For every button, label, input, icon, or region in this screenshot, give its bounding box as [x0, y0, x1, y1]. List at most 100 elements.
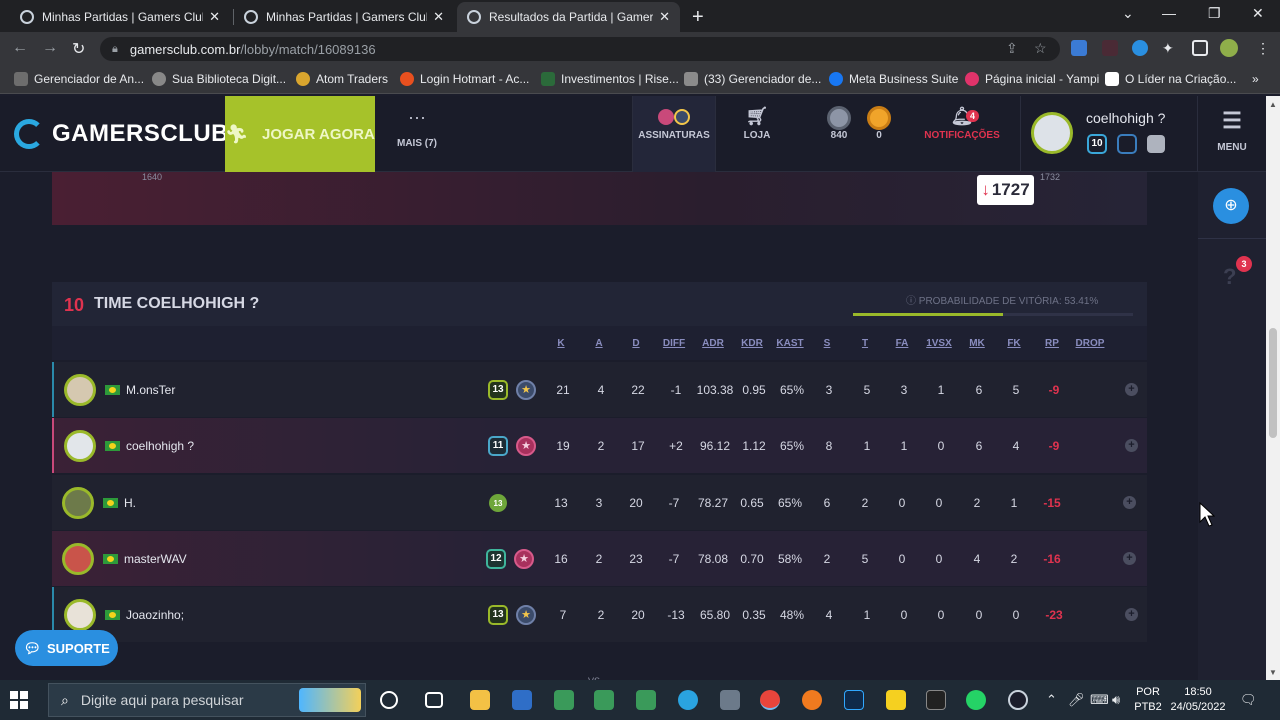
- support-button[interactable]: 💬︎ SUPORTE: [15, 630, 118, 666]
- page-scrollbar[interactable]: ▲ ▼: [1266, 96, 1280, 680]
- shop-link[interactable]: 🛒︎ LOJA: [740, 106, 774, 141]
- close-tab-icon[interactable]: ✕: [433, 9, 444, 25]
- player-name[interactable]: Joaozinho;: [126, 608, 184, 622]
- volume-icon[interactable]: 🔊︎: [1112, 692, 1120, 708]
- sticky-notes-icon[interactable]: [886, 690, 906, 710]
- column-header-fk[interactable]: FK: [996, 338, 1032, 349]
- notifications-link[interactable]: 🔔︎ NOTIFICAÇÕES: [924, 106, 1000, 141]
- gold-coins[interactable]: 0: [864, 106, 894, 141]
- column-header-k[interactable]: K: [543, 338, 579, 349]
- column-header-adr[interactable]: ADR: [695, 338, 731, 349]
- file-explorer-icon[interactable]: [470, 690, 490, 710]
- table-row[interactable]: H. 13 13 3 20 -7 78.27 0.65 65% 6 2 0 0 2 1 -15 +: [52, 475, 1147, 530]
- photoshop-icon[interactable]: [844, 690, 864, 710]
- windows-start-icon[interactable]: [10, 691, 28, 709]
- scroll-down-icon[interactable]: ▼: [1269, 668, 1277, 677]
- column-header-mk[interactable]: MK: [959, 338, 995, 349]
- bookmark-item[interactable]: O Líder na Criação...: [1105, 72, 1236, 86]
- minimize-icon[interactable]: —: [1162, 5, 1176, 21]
- player-name[interactable]: coelhohigh ?: [126, 439, 194, 453]
- bookmark-item[interactable]: Atom Traders: [296, 72, 388, 86]
- chrome-icon[interactable]: [760, 690, 780, 710]
- taskbar-search-input[interactable]: ⌕ Digite aqui para pesquisar: [48, 683, 366, 717]
- expand-plus-icon[interactable]: +: [1125, 439, 1138, 452]
- bookmark-item[interactable]: Página inicial - Yampi: [965, 72, 1099, 86]
- column-header-1vsx[interactable]: 1VSX: [921, 338, 957, 349]
- avatar[interactable]: [64, 430, 96, 462]
- table-row[interactable]: M.onsTer 13 ★ 21 4 22 -1 103.38 0.95 65% 3 5 3 1 6 5 -9 +: [52, 362, 1147, 417]
- column-header-drop[interactable]: DROP: [1072, 338, 1108, 349]
- expand-plus-icon[interactable]: +: [1123, 552, 1136, 565]
- app-icon[interactable]: [636, 690, 656, 710]
- calculator-icon[interactable]: [720, 690, 740, 710]
- firefox-icon[interactable]: [802, 690, 822, 710]
- app-icon[interactable]: [554, 690, 574, 710]
- avatar[interactable]: [64, 599, 96, 631]
- column-header-a[interactable]: A: [581, 338, 617, 349]
- column-header-d[interactable]: D: [618, 338, 654, 349]
- tray-overflow-icon[interactable]: ⌃: [1046, 692, 1057, 708]
- column-header-t[interactable]: T: [847, 338, 883, 349]
- extension-icon[interactable]: [1132, 40, 1148, 56]
- epic-games-icon[interactable]: [926, 690, 946, 710]
- taskbar-clock[interactable]: 18:50 24/05/2022: [1168, 685, 1228, 715]
- new-tab-icon[interactable]: +: [692, 6, 704, 29]
- share-icon[interactable]: ⇪: [1006, 40, 1018, 57]
- bookmark-item[interactable]: Gerenciador de An...: [14, 72, 144, 86]
- avatar[interactable]: [62, 487, 94, 519]
- main-menu-button[interactable]: ☰ MENU: [1206, 110, 1258, 154]
- player-name[interactable]: M.onsTer: [126, 383, 175, 397]
- network-icon[interactable]: ⌨︎: [1090, 692, 1109, 708]
- scrollbar-thumb[interactable]: [1269, 328, 1277, 438]
- scroll-up-icon[interactable]: ▲: [1269, 100, 1277, 109]
- expand-plus-icon[interactable]: +: [1125, 383, 1138, 396]
- bookmark-star-icon[interactable]: ☆: [1034, 40, 1047, 57]
- bookmark-item[interactable]: Meta Business Suite: [829, 72, 958, 86]
- microphone-icon[interactable]: 🎤︎: [1068, 692, 1085, 708]
- close-window-icon[interactable]: ✕: [1252, 5, 1264, 22]
- bookmark-item[interactable]: Investimentos | Rise...: [541, 72, 679, 86]
- forward-icon[interactable]: →: [42, 39, 58, 57]
- expand-plus-icon[interactable]: +: [1123, 496, 1136, 509]
- table-row[interactable]: Joaozinho; 13 ★ 7 2 20 -13 65.80 0.35 48% 4 1 0 0 0 0 -2…: [52, 587, 1147, 642]
- profile-avatar-icon[interactable]: [1220, 39, 1238, 57]
- avatar[interactable]: [62, 543, 94, 575]
- app-icon[interactable]: [512, 690, 532, 710]
- bookmark-item[interactable]: Login Hotmart - Ac...: [400, 72, 529, 86]
- tab-search-chevron-icon[interactable]: ⌄: [1122, 5, 1134, 22]
- chrome-menu-icon[interactable]: ⋮: [1256, 40, 1272, 56]
- extension-icon[interactable]: [1071, 40, 1087, 56]
- column-header-fa[interactable]: FA: [884, 338, 920, 349]
- task-view-icon[interactable]: [425, 692, 443, 708]
- telegram-icon[interactable]: [678, 690, 698, 710]
- help-icon[interactable]: ?: [1223, 264, 1236, 290]
- input-language[interactable]: POR PTB2: [1132, 685, 1164, 715]
- subscriptions-link[interactable]: ASSINATURAS: [632, 96, 716, 172]
- play-now-button[interactable]: 🏃︎ JOGAR AGORA: [225, 96, 375, 172]
- cortana-icon[interactable]: [380, 691, 398, 709]
- close-tab-icon[interactable]: ✕: [659, 9, 670, 25]
- avatar[interactable]: [64, 374, 96, 406]
- column-header-kdr[interactable]: KDR: [734, 338, 770, 349]
- gamersclub-logo[interactable]: GAMERSCLUB: [14, 119, 229, 149]
- notification-center-icon[interactable]: 🗨︎: [1240, 692, 1257, 708]
- app-icon[interactable]: [594, 690, 614, 710]
- expand-plus-icon[interactable]: +: [1125, 608, 1138, 621]
- bookmark-item[interactable]: (33) Gerenciador de...: [684, 72, 821, 86]
- browser-tab-3-active[interactable]: Resultados da Partida | Gamers C ✕: [457, 2, 680, 32]
- table-row[interactable]: coelhohigh ? 11 ★ 19 2 17 +2 96.12 1.12 65% 8 1 1 0 6 4…: [52, 418, 1147, 473]
- side-panel-icon[interactable]: [1192, 40, 1208, 56]
- gamersclub-app-icon[interactable]: [1008, 690, 1028, 710]
- close-tab-icon[interactable]: ✕: [209, 9, 220, 25]
- address-bar[interactable]: 🔒︎ gamersclub.com.br/lobby/match/1608913…: [100, 37, 1060, 61]
- bookmarks-overflow-icon[interactable]: »: [1252, 72, 1259, 86]
- reload-icon[interactable]: ↻: [72, 39, 85, 59]
- browser-tab-2[interactable]: Minhas Partidas | Gamers Club. A ✕: [234, 2, 454, 32]
- silver-coins[interactable]: 840: [822, 106, 856, 141]
- whatsapp-icon[interactable]: [966, 690, 986, 710]
- table-row[interactable]: masterWAV 12 ★ 16 2 23 -7 78.08 0.70 58% 2 5 0 0 4 2 -16…: [52, 531, 1147, 586]
- extensions-puzzle-icon[interactable]: ✦: [1162, 40, 1178, 56]
- back-icon[interactable]: ←: [12, 39, 28, 57]
- more-menu[interactable]: ··· MAIS (7): [380, 108, 454, 149]
- player-name[interactable]: masterWAV: [124, 552, 187, 566]
